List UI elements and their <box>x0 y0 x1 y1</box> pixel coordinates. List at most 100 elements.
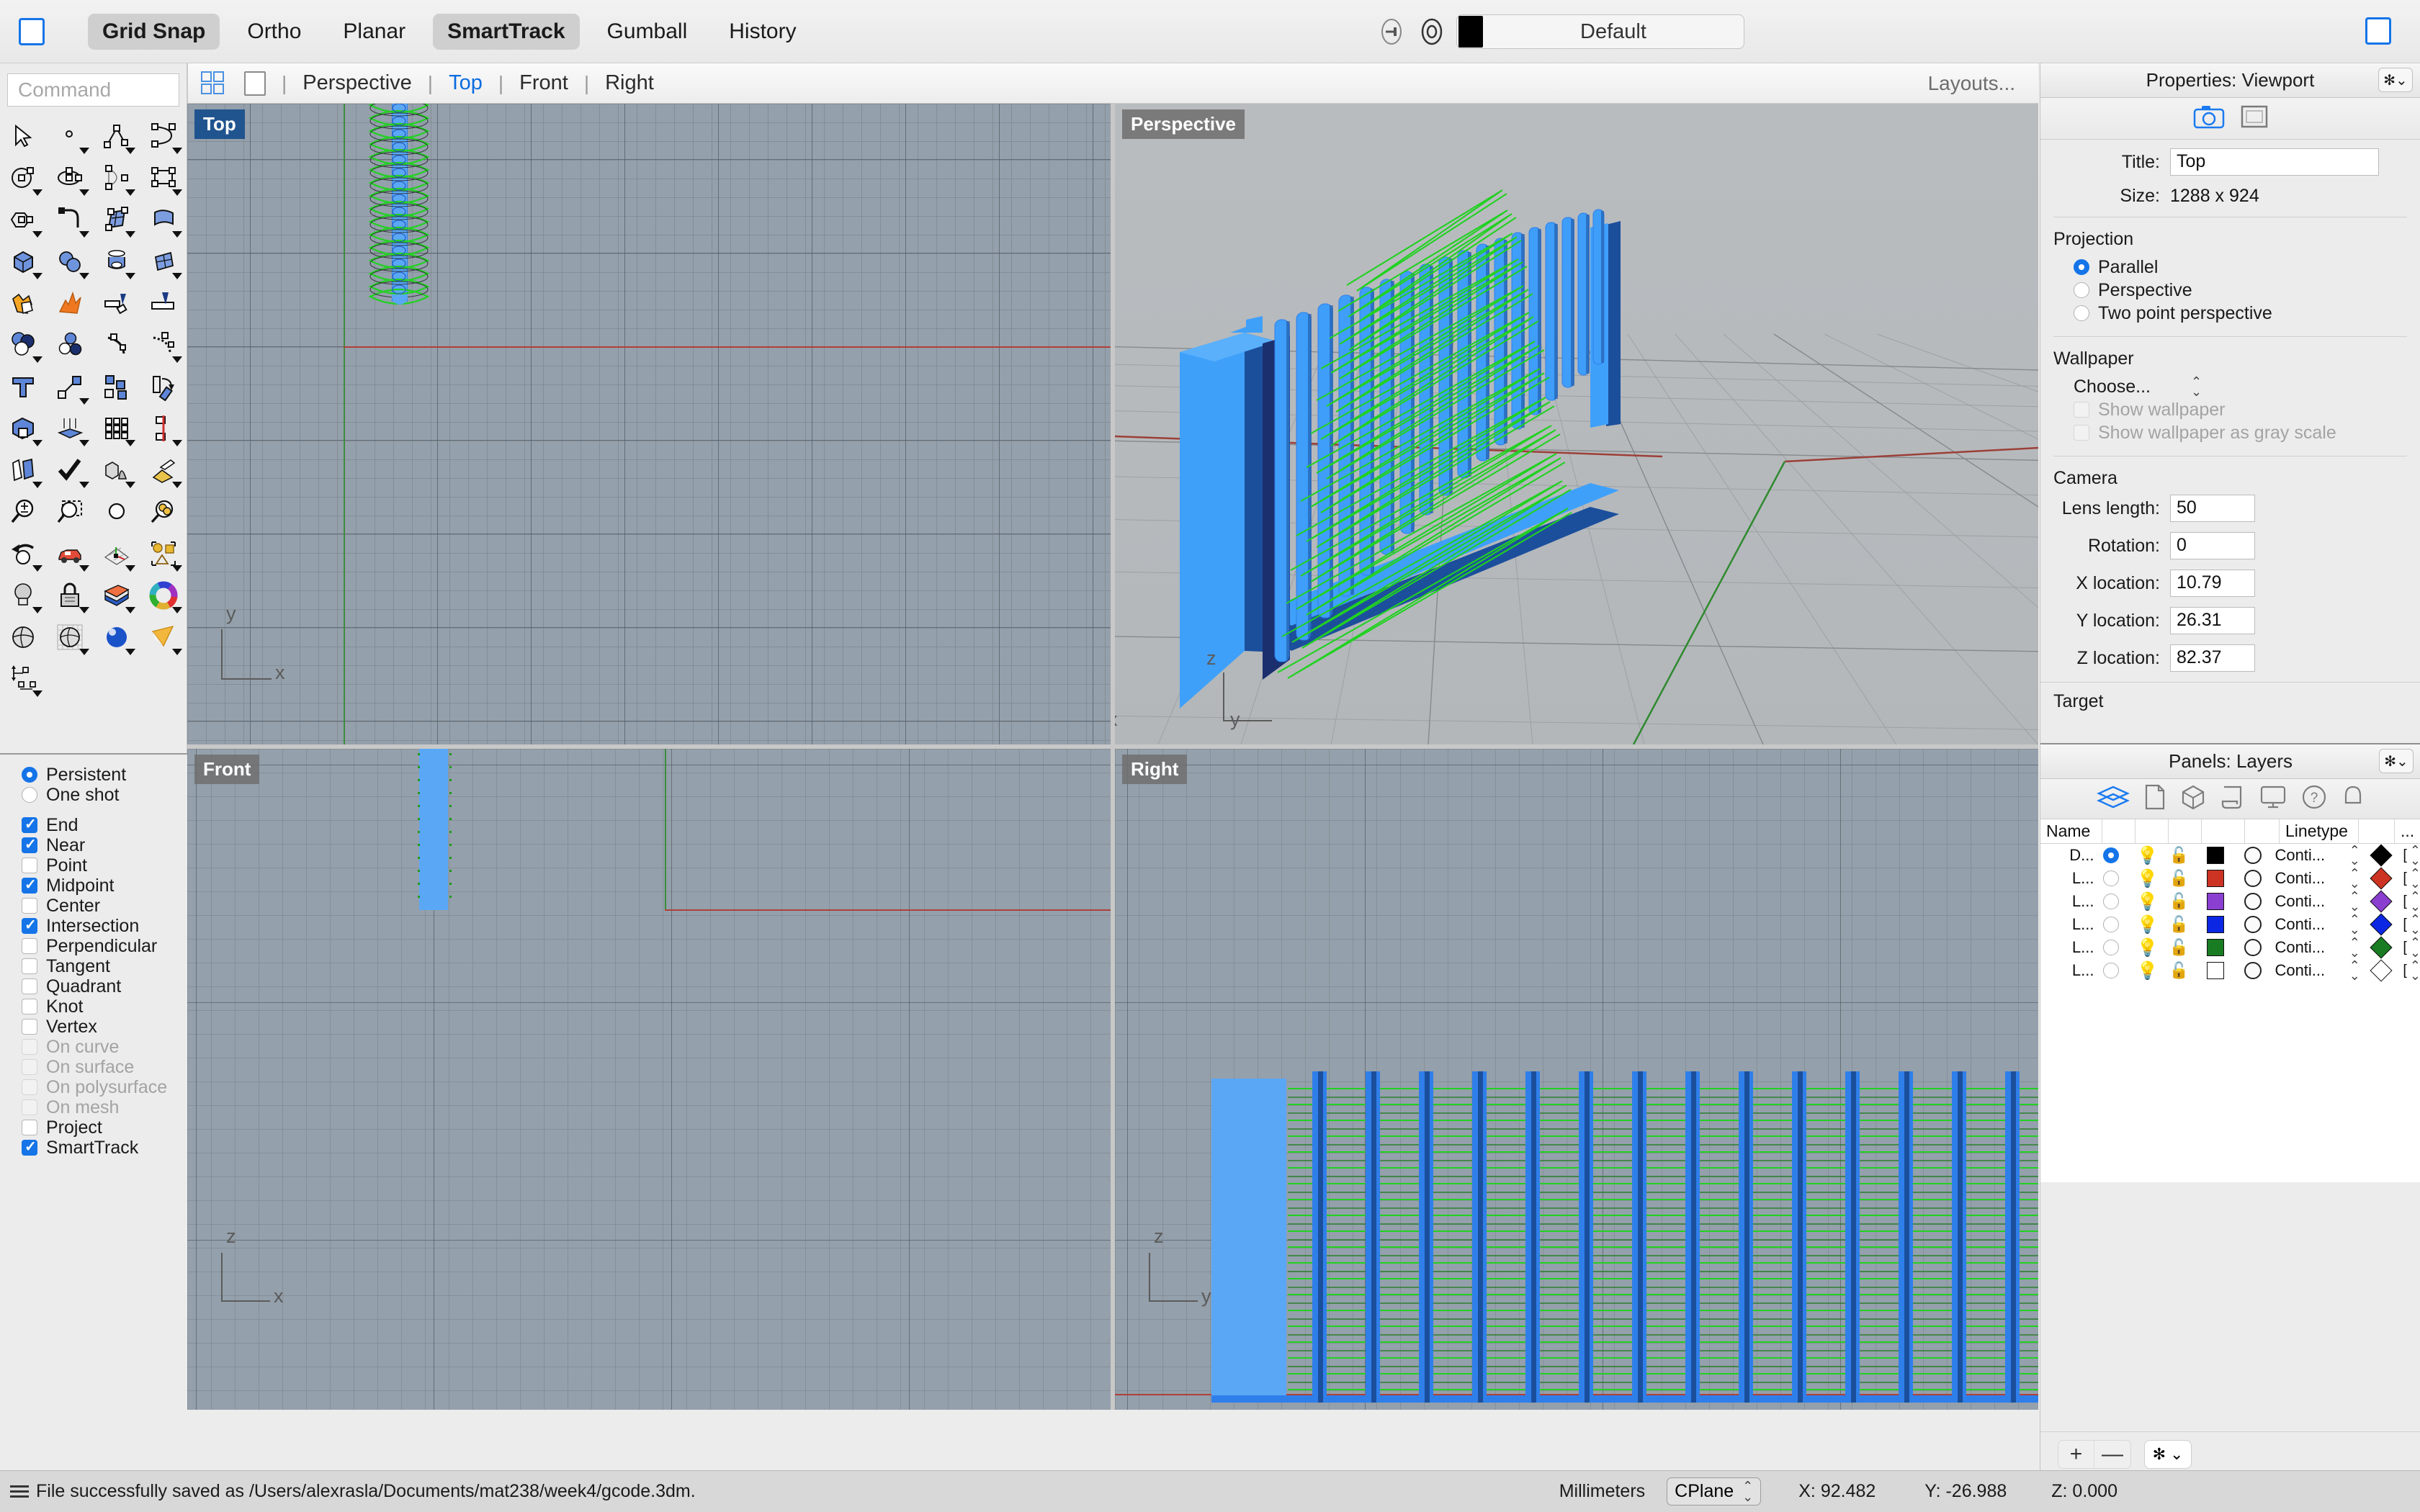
camera-icon[interactable] <box>2193 104 2225 132</box>
help-icon[interactable]: ? <box>2301 784 2327 814</box>
linetype-stepper-icon[interactable]: ⌃ ⌄ <box>2349 959 2360 982</box>
projection-option-parallel[interactable]: Parallel <box>2040 256 2420 279</box>
mode-toggle-planar[interactable]: Planar <box>328 14 420 50</box>
tool-cylinder[interactable] <box>94 240 140 282</box>
tool-explode[interactable] <box>47 282 94 324</box>
column-header-more[interactable]: ... <box>2395 819 2420 843</box>
light-bulb-icon[interactable]: 💡 <box>2131 960 2163 981</box>
tool-rotate[interactable] <box>140 366 187 408</box>
current-layer-selector[interactable]: Default <box>1456 14 1744 49</box>
tool-ellipse[interactable] <box>47 157 94 199</box>
tool-zoom-selected[interactable] <box>140 491 187 533</box>
mode-toggle-grid-snap[interactable]: Grid Snap <box>88 13 220 50</box>
tool-trim[interactable] <box>94 282 140 324</box>
tool-boolean[interactable] <box>0 282 47 324</box>
projection-option-two-point[interactable]: Two point perspective <box>2040 302 2420 325</box>
column-header-visibility[interactable] <box>2136 819 2169 843</box>
material-swatch-icon[interactable] <box>2244 916 2262 933</box>
viewport-tab-front[interactable]: Front <box>519 71 568 95</box>
viewport-right[interactable]: z y Right <box>1115 749 2038 1410</box>
tool-undo-view[interactable] <box>0 533 47 575</box>
rotation-input[interactable]: 0 <box>2170 532 2255 559</box>
linetype-stepper-icon[interactable]: ⌃ ⌄ <box>2349 913 2360 936</box>
remove-layer-button[interactable]: — <box>2094 1441 2130 1468</box>
current-layer-radio-icon[interactable] <box>2103 963 2120 978</box>
tool-join[interactable] <box>0 449 47 491</box>
tool-zoom-extents[interactable] <box>94 491 140 533</box>
viewport-title-input[interactable]: Top <box>2170 148 2379 176</box>
tool-walkabout[interactable] <box>47 533 94 575</box>
layer-color-swatch[interactable] <box>2206 847 2224 864</box>
print-color-swatch[interactable] <box>2370 959 2393 982</box>
unlock-icon[interactable]: 🔓 <box>2163 915 2195 934</box>
print-color-swatch[interactable] <box>2370 936 2393 959</box>
tool-sphere[interactable] <box>47 240 94 282</box>
tool-rectangle[interactable] <box>140 157 187 199</box>
osnap-quadrant[interactable]: Quadrant <box>22 976 187 996</box>
tool-shape-tools[interactable] <box>94 449 140 491</box>
layer-color-swatch[interactable] <box>2206 916 2224 933</box>
tool-loft-surface[interactable] <box>140 199 187 240</box>
osnap-tangent[interactable]: Tangent <box>22 956 187 976</box>
print-color-swatch[interactable] <box>2370 867 2393 890</box>
left-sidebar-toggle-button[interactable] <box>19 17 45 45</box>
tool-polyline[interactable] <box>94 115 140 157</box>
osnap-perpendicular[interactable]: Perpendicular <box>22 936 187 956</box>
tool-select-arrow[interactable] <box>0 115 47 157</box>
z-location-input[interactable]: 82.37 <box>2170 644 2255 672</box>
viewport-label-right[interactable]: Right <box>1122 755 1188 784</box>
current-layer-radio-icon[interactable] <box>2103 917 2120 932</box>
material-swatch-icon[interactable] <box>2244 870 2262 887</box>
print-width-stepper-icon[interactable]: ⌃ ⌄ <box>2410 913 2420 936</box>
table-row[interactable]: L... 💡 🔓 Conti... ⌃ ⌄ [⌃ ⌄ <box>2040 913 2420 936</box>
material-swatch-icon[interactable] <box>2244 939 2262 956</box>
table-row[interactable]: L... 💡 🔓 Conti... ⌃ ⌄ [⌃ ⌄ <box>2040 936 2420 959</box>
single-view-layout-icon[interactable] <box>244 71 266 96</box>
print-width-stepper-icon[interactable]: ⌃ ⌄ <box>2410 890 2420 913</box>
tool-circle[interactable] <box>0 157 47 199</box>
osnap-knot[interactable]: Knot <box>22 996 187 1017</box>
tool-check-object[interactable] <box>47 449 94 491</box>
linetype-stepper-icon[interactable]: ⌃ ⌄ <box>2349 936 2360 959</box>
layers-icon[interactable] <box>2097 784 2130 814</box>
add-layer-button[interactable]: + <box>2058 1440 2094 1468</box>
material-swatch-icon[interactable] <box>2244 847 2262 864</box>
table-row[interactable]: L... 💡 🔓 Conti... ⌃ ⌄ [⌃ ⌄ <box>2040 890 2420 913</box>
viewport-tab-top[interactable]: Top <box>449 71 483 95</box>
current-layer-radio-icon[interactable] <box>2103 894 2120 909</box>
tool-dimension[interactable] <box>0 658 47 700</box>
light-bulb-icon[interactable]: 💡 <box>2131 937 2163 958</box>
tool-named-selections[interactable] <box>140 533 187 575</box>
y-location-input[interactable]: 26.31 <box>2170 607 2255 634</box>
layer-color-swatch[interactable] <box>2206 893 2224 910</box>
tool-boolean-union[interactable] <box>0 324 47 366</box>
unlock-icon[interactable]: 🔓 <box>2163 961 2195 980</box>
viewport-label-front[interactable]: Front <box>194 755 260 784</box>
column-header-name[interactable]: Name <box>2040 819 2102 843</box>
lens-length-input[interactable]: 50 <box>2170 495 2255 522</box>
tool-offset-surface[interactable] <box>47 408 94 449</box>
osnap-project[interactable]: Project <box>22 1117 187 1138</box>
tool-rendered-view[interactable] <box>94 616 140 658</box>
layer-color-swatch[interactable] <box>2206 962 2224 979</box>
unlock-icon[interactable]: 🔓 <box>2163 846 2195 865</box>
material-swatch-icon[interactable] <box>2244 893 2262 910</box>
right-sidebar-toggle-button[interactable] <box>2365 17 2391 45</box>
tool-extrude[interactable] <box>0 408 47 449</box>
print-color-swatch[interactable] <box>2370 890 2393 913</box>
four-view-layout-icon[interactable] <box>201 71 225 96</box>
tool-light[interactable] <box>0 575 47 616</box>
table-row[interactable]: L... 💡 🔓 Conti... ⌃ ⌄ [⌃ ⌄ <box>2040 867 2420 890</box>
viewport-label-perspective[interactable]: Perspective <box>1122 109 1245 139</box>
material-swatch-icon[interactable] <box>2244 962 2262 979</box>
wallpaper-choose-dropdown[interactable]: Choose... ⌃ ⌄ <box>2040 375 2420 398</box>
linetype-stepper-icon[interactable]: ⌃ ⌄ <box>2349 890 2360 913</box>
layer-color-swatch[interactable] <box>2206 939 2224 956</box>
print-width-stepper-icon[interactable]: ⌃ ⌄ <box>2410 867 2420 890</box>
column-header-material[interactable] <box>2245 819 2280 843</box>
osnap-midpoint[interactable]: Midpoint <box>22 876 187 896</box>
mode-toggle-history[interactable]: History <box>714 14 810 50</box>
osnap-intersection[interactable]: Intersection <box>22 916 187 936</box>
osnap-near[interactable]: Near <box>22 835 187 855</box>
tool-mirror[interactable] <box>140 408 187 449</box>
